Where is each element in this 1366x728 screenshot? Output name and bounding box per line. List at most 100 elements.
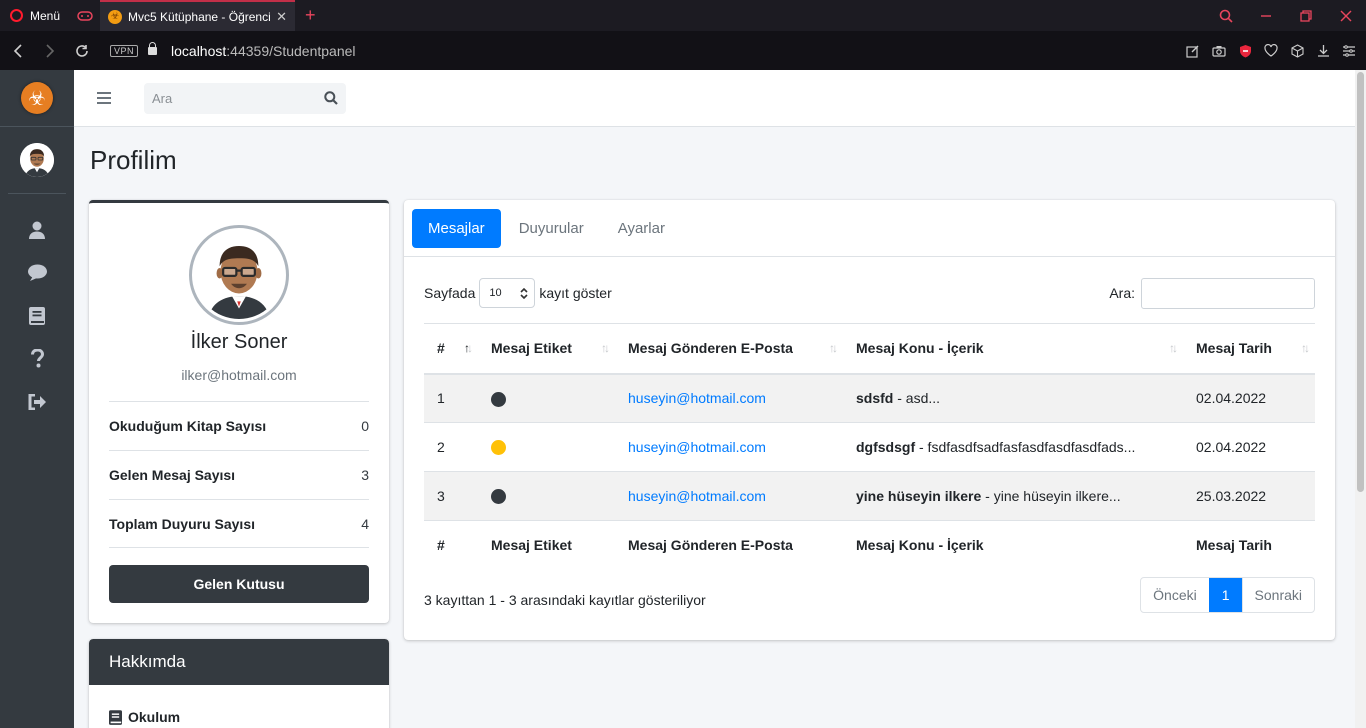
length-suffix: kayıt göster [539, 285, 612, 301]
back-icon[interactable] [2, 43, 34, 58]
tag-dot [491, 440, 506, 456]
close-window-icon[interactable] [1326, 10, 1366, 22]
message-subject: sdsfd [856, 390, 894, 407]
vpn-badge[interactable]: VPN [110, 44, 139, 57]
hamburger-menu-icon[interactable] [97, 92, 111, 104]
table-header-row: # ↑↓ Mesaj Etiket ↑↓ Mesaj Gönderen E-Post… [424, 323, 1315, 375]
sort-asc-icon: ↑↓ [464, 341, 473, 355]
address-url[interactable]: localhost:44359/Studentpanel [171, 43, 356, 59]
search-tabs-icon[interactable] [1206, 9, 1246, 23]
download-icon[interactable] [1310, 44, 1336, 58]
tag-dot [491, 391, 506, 407]
search-icon[interactable] [316, 91, 346, 105]
adblock-shield-icon[interactable] [1232, 44, 1258, 58]
sidebar-user-panel[interactable] [8, 127, 66, 194]
pagination-next[interactable]: Sonraki [1241, 578, 1314, 612]
sender-email-link[interactable]: huseyin@hotmail.com [628, 488, 766, 504]
sign-out-icon [28, 393, 46, 410]
about-school: Okulum [89, 709, 389, 725]
about-card: Hakkımda Okulum [89, 639, 389, 728]
sidebar-item-help[interactable] [0, 337, 74, 380]
tab-messages[interactable]: Mesajlar [412, 208, 501, 248]
profile-stats: Okuduğum Kitap Sayısı 0 Gelen Mesaj Sayı… [109, 401, 369, 548]
column-header-label: Mesaj Tarih [1196, 340, 1272, 357]
sender-email-link[interactable]: huseyin@hotmail.com [628, 390, 766, 406]
opera-logo-icon [10, 9, 23, 22]
cube-icon[interactable] [1284, 43, 1310, 58]
minimize-icon[interactable] [1246, 10, 1286, 22]
page-scrollbar[interactable] [1355, 70, 1366, 728]
lock-icon[interactable] [148, 41, 158, 55]
reload-icon[interactable] [66, 44, 98, 58]
brand-link[interactable]: ☣ [0, 70, 74, 127]
comment-icon [27, 264, 47, 281]
cell-email: huseyin@hotmail.com [615, 471, 843, 521]
table-footer-row: # Mesaj Etiket Mesaj Gönderen E-Posta Me… [424, 520, 1315, 570]
heart-icon[interactable] [1258, 44, 1284, 57]
sidebar-item-books[interactable] [0, 294, 74, 337]
page-length-value: 10 [489, 287, 502, 299]
pagination-prev[interactable]: Önceki [1141, 578, 1209, 612]
restore-icon[interactable] [1286, 9, 1326, 22]
sidebar-avatar [20, 143, 54, 177]
stat-incoming-messages: Gelen Mesaj Sayısı 3 [109, 450, 369, 499]
new-tab-icon[interactable]: + [295, 5, 326, 26]
datatable-search-input[interactable] [1141, 277, 1315, 309]
sender-email-link[interactable]: huseyin@hotmail.com [628, 439, 766, 455]
url-host: localhost [171, 42, 227, 59]
cell-tag [478, 422, 615, 472]
edit-icon[interactable] [1180, 44, 1206, 58]
inbox-button[interactable]: Gelen Kutusu [109, 565, 369, 603]
stat-value: 4 [361, 515, 369, 532]
profile-name: İlker Soner [190, 331, 288, 353]
browser-tab-active[interactable]: ☣ Mvc5 Kütüphane - Öğrenci ✕ [100, 0, 296, 31]
pagination: Önceki 1 Sonraki [1140, 577, 1315, 613]
column-header[interactable]: Mesaj Gönderen E-Posta ↑↓ [615, 323, 843, 375]
profile-email: ilker@hotmail.com [181, 367, 297, 383]
url-path: :44359/Studentpanel [226, 42, 356, 59]
book-icon [29, 306, 45, 325]
footer-header: Mesaj Tarih [1183, 520, 1315, 570]
tab-announcements[interactable]: Duyurular [503, 209, 600, 248]
sidebar-item-profile[interactable] [0, 208, 74, 251]
stat-books-read: Okuduğum Kitap Sayısı 0 [109, 401, 369, 450]
browser-tabbar: Menü ☣ Mvc5 Kütüphane - Öğrenci ✕ + [0, 0, 1366, 31]
column-header[interactable]: Mesaj Tarih ↑↓ [1183, 323, 1315, 375]
book-icon [109, 709, 122, 725]
message-excerpt: - fsdfasdfsadfasfasdfasdfasdfads... [915, 439, 1136, 455]
easy-setup-icon[interactable] [1336, 44, 1362, 57]
datatable-search: Ara: [1109, 277, 1315, 309]
gamepad-icon[interactable] [70, 0, 100, 31]
cell-no: 2 [424, 422, 478, 472]
message-excerpt: - yine hüseyin ilkere... [981, 488, 1121, 504]
cell-email: huseyin@hotmail.com [615, 422, 843, 472]
column-header-label: Mesaj Gönderen E-Posta [628, 340, 793, 357]
stat-total-announcements: Toplam Duyuru Sayısı 4 [109, 499, 369, 548]
footer-header: # [424, 520, 478, 570]
footer-header: Mesaj Konu - İçerik [843, 520, 1183, 570]
browser-menu-button[interactable]: Menü [0, 0, 70, 31]
tab-close-icon[interactable]: ✕ [276, 9, 287, 25]
browser-menu-label: Menü [30, 8, 61, 23]
sidebar-item-logout[interactable] [0, 380, 74, 423]
browser-addressbar: VPN localhost:44359/Studentpanel [0, 31, 1366, 70]
column-header[interactable]: # ↑↓ [424, 323, 478, 375]
scrollbar-thumb[interactable] [1357, 72, 1364, 492]
tab-settings[interactable]: Ayarlar [602, 209, 681, 248]
page-length-select[interactable]: 10 [479, 278, 536, 308]
column-header[interactable]: Mesaj Etiket ↑↓ [478, 323, 615, 375]
datatable-controls: Sayfada 10 kayıt göster Ara: [424, 277, 1315, 309]
header-search-input[interactable] [144, 90, 316, 106]
sidebar-item-messages[interactable] [0, 251, 74, 294]
stat-label: Okuduğum Kitap Sayısı [109, 418, 267, 434]
cell-date: 02.04.2022 [1183, 373, 1315, 423]
table-row: 2 huseyin@hotmail.com dgfsdsgf - fsdfasd… [424, 422, 1315, 472]
header-search [144, 82, 346, 114]
camera-icon[interactable] [1206, 45, 1232, 57]
pagination-page-1[interactable]: 1 [1208, 578, 1242, 612]
column-header[interactable]: Mesaj Konu - İçerik ↑↓ [843, 323, 1183, 375]
messages-card: Mesajlar Duyurular Ayarlar Sayfada 10 ka… [404, 200, 1335, 640]
profile-card: İlker Soner ilker@hotmail.com Okuduğum K… [89, 200, 389, 623]
messages-table: # ↑↓ Mesaj Etiket ↑↓ Mesaj Gönderen E-Post… [424, 323, 1315, 570]
forward-icon[interactable] [34, 43, 66, 58]
